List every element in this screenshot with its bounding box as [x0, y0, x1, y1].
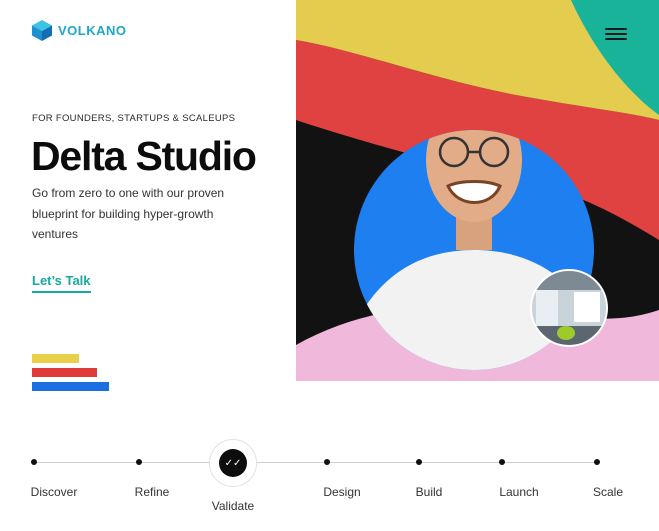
- double-check-icon: ✓✓: [219, 449, 247, 477]
- timeline-dot-discover[interactable]: [31, 459, 37, 465]
- cube-logo-icon: [32, 20, 52, 41]
- timeline-label-validate[interactable]: Validate: [212, 499, 254, 513]
- timeline-track: [34, 462, 597, 463]
- hamburger-menu-icon[interactable]: [605, 28, 627, 40]
- timeline-dot-build[interactable]: [416, 459, 422, 465]
- timeline-dot-launch[interactable]: [499, 459, 505, 465]
- decorative-color-bars: [32, 354, 109, 396]
- hero-illustration: [296, 0, 659, 381]
- timeline-label-refine[interactable]: Refine: [135, 485, 170, 499]
- brand-logo[interactable]: VOLKANO: [32, 20, 127, 41]
- lets-talk-link[interactable]: Let’s Talk: [32, 273, 91, 293]
- timeline-dot-refine[interactable]: [136, 459, 142, 465]
- brand-name: VOLKANO: [58, 23, 127, 38]
- timeline-dot-design[interactable]: [324, 459, 330, 465]
- red-bar: [32, 368, 97, 377]
- hero-description: Go from zero to one with our proven blue…: [32, 186, 225, 241]
- timeline-label-launch[interactable]: Launch: [499, 485, 538, 499]
- timeline-step-validate-active[interactable]: ✓✓: [209, 439, 257, 487]
- timeline-label-design[interactable]: Design: [323, 485, 360, 499]
- yellow-bar: [32, 354, 79, 363]
- timeline-label-discover[interactable]: Discover: [31, 485, 78, 499]
- timeline-label-scale[interactable]: Scale: [593, 485, 623, 499]
- blue-bar: [32, 382, 109, 391]
- hero-artwork: [296, 0, 659, 381]
- hero-eyebrow: FOR FOUNDERS, STARTUPS & SCALEUPS: [32, 113, 236, 124]
- page-title: Delta Studio: [31, 133, 257, 179]
- timeline-dot-scale[interactable]: [594, 459, 600, 465]
- timeline-label-build[interactable]: Build: [416, 485, 443, 499]
